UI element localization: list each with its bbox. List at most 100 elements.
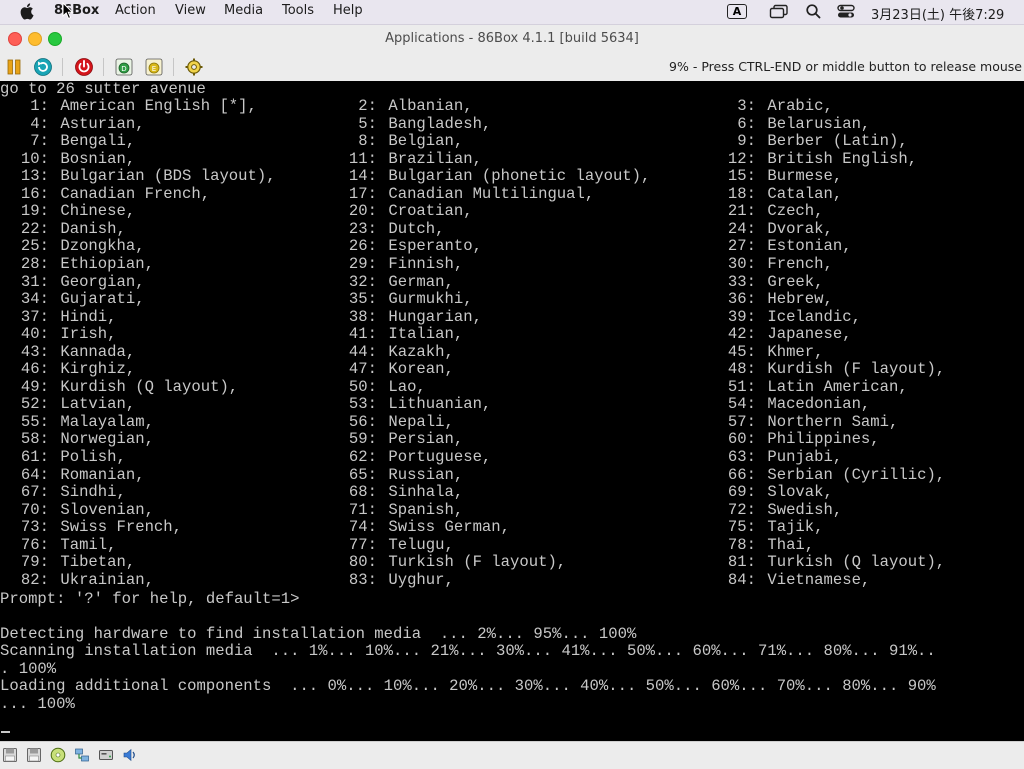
ctrl-alt-esc-icon[interactable]: E <box>144 57 164 77</box>
settings-icon[interactable] <box>184 57 204 77</box>
layout-name: Turkish (Q layout), <box>758 553 946 572</box>
floppy-drive-2-icon[interactable] <box>26 747 42 763</box>
layout-number: 23: <box>348 219 377 238</box>
layout-name: Northern Sami, <box>758 412 899 431</box>
layout-name: German, <box>379 272 454 291</box>
layout-number: 78: <box>727 535 756 554</box>
layout-name: Canadian French, <box>51 184 211 203</box>
layout-number: 61: <box>20 448 49 466</box>
layout-number: 16: <box>20 184 49 203</box>
layout-name: Georgian, <box>51 272 145 291</box>
layout-number: 47: <box>348 360 377 379</box>
layout-number: 75: <box>727 518 756 537</box>
layout-name: Vietnamese, <box>758 570 871 589</box>
window-title: Applications - 86Box 4.1.1 [build 5634] <box>385 31 639 46</box>
network-icon[interactable] <box>74 747 90 763</box>
layout-number: 82: <box>20 570 49 589</box>
layout-name: Lao, <box>379 377 426 396</box>
menu-action[interactable]: Action <box>115 3 156 18</box>
spotlight-search-icon[interactable] <box>805 3 822 20</box>
layout-name: Tibetan, <box>51 553 136 572</box>
menu-tools[interactable]: Tools <box>282 3 314 18</box>
log-line: Scanning installation media ... 1%... 10… <box>0 642 936 660</box>
layout-name: Persian, <box>379 430 464 449</box>
layout-number: 33: <box>727 272 756 291</box>
layout-name: Gurmukhi, <box>379 290 473 309</box>
layout-name: Czech, <box>758 202 824 221</box>
layout-name: Bangladesh, <box>379 114 492 133</box>
emulator-screen[interactable]: go to 26 sutter avenue 1: American Engli… <box>0 81 1024 741</box>
layout-name: Kazakh, <box>379 342 454 361</box>
apple-menu-icon[interactable] <box>20 2 36 20</box>
layout-name: Berber (Latin), <box>758 132 908 151</box>
emulator-status-bar <box>0 741 1024 769</box>
layout-name: American English [*], <box>51 97 257 115</box>
layout-name: Thai, <box>758 535 815 554</box>
layout-name: Chinese, <box>51 202 136 221</box>
layout-number: 76: <box>20 535 49 554</box>
layout-number: 12: <box>727 149 756 168</box>
layout-number: 6: <box>737 114 756 133</box>
menu-media[interactable]: Media <box>224 3 263 18</box>
layout-number: 43: <box>20 342 49 361</box>
layout-name: Swiss German, <box>379 518 511 537</box>
layout-number: 32: <box>348 272 377 291</box>
input-method-indicator[interactable]: A <box>727 4 747 19</box>
hard-disk-icon[interactable] <box>98 747 114 763</box>
menu-help[interactable]: Help <box>333 3 363 18</box>
menu-view[interactable]: View <box>175 3 206 18</box>
layout-number: 37: <box>20 307 49 326</box>
layout-name: Serbian (Cyrillic), <box>758 465 946 484</box>
layout-name: Latvian, <box>51 395 136 414</box>
layout-number: 24: <box>727 219 756 238</box>
layout-name: Italian, <box>379 325 464 344</box>
layout-number: 49: <box>20 377 49 396</box>
layout-number: 17: <box>348 184 377 203</box>
sound-icon[interactable] <box>122 747 138 763</box>
window-title-bar[interactable]: Applications - 86Box 4.1.1 [build 5634] <box>0 25 1024 52</box>
screen-mirroring-icon[interactable] <box>769 3 789 20</box>
layout-number: 42: <box>727 325 756 344</box>
layout-number: 29: <box>348 254 377 273</box>
layout-number: 31: <box>20 272 49 291</box>
menu-app-name[interactable]: 86Box <box>54 3 99 18</box>
layout-name: Swedish, <box>758 500 843 519</box>
layout-name: Swiss French, <box>51 518 183 537</box>
toolbar-separator <box>173 58 174 76</box>
layout-name: Kannada, <box>51 342 136 361</box>
layout-name: Estonian, <box>758 237 852 256</box>
layout-number: 79: <box>20 553 49 572</box>
layout-number: 71: <box>348 500 377 519</box>
layout-name: Punjabi, <box>758 448 843 466</box>
layout-number: 84: <box>727 570 756 589</box>
layout-name: Belarusian, <box>758 114 871 133</box>
layout-number: 41: <box>348 325 377 344</box>
layout-number: 58: <box>20 430 49 449</box>
reset-icon[interactable] <box>33 57 53 77</box>
layout-number: 3: <box>737 97 756 115</box>
control-center-icon[interactable] <box>836 3 856 20</box>
layout-name: Belgian, <box>379 132 464 151</box>
layout-number: 77: <box>348 535 377 554</box>
layout-name: Sinhala, <box>379 483 464 502</box>
layout-number: 57: <box>727 412 756 431</box>
cdrom-icon[interactable] <box>50 747 66 763</box>
layout-number: 25: <box>20 237 49 256</box>
menu-bar-clock[interactable]: 3月23日(土) 午後7:29 <box>871 4 1004 23</box>
layout-number: 83: <box>348 570 377 589</box>
layout-name: Polish, <box>51 448 126 466</box>
layout-name: Croatian, <box>379 202 473 221</box>
layout-number: 10: <box>20 149 49 168</box>
floppy-drive-1-icon[interactable] <box>2 747 18 763</box>
ctrl-alt-del-icon[interactable]: D <box>114 57 134 77</box>
layout-number: 22: <box>20 219 49 238</box>
pause-icon[interactable] <box>4 57 24 77</box>
layout-name: Uyghur, <box>379 570 454 589</box>
layout-number: 1: <box>30 97 49 115</box>
layout-number: 81: <box>727 553 756 572</box>
layout-number: 11: <box>348 149 377 168</box>
layout-name: Spanish, <box>379 500 464 519</box>
layout-name: Bulgarian (phonetic layout), <box>379 167 651 186</box>
power-icon[interactable] <box>74 57 94 77</box>
layout-name: Kurdish (Q layout), <box>51 377 239 396</box>
